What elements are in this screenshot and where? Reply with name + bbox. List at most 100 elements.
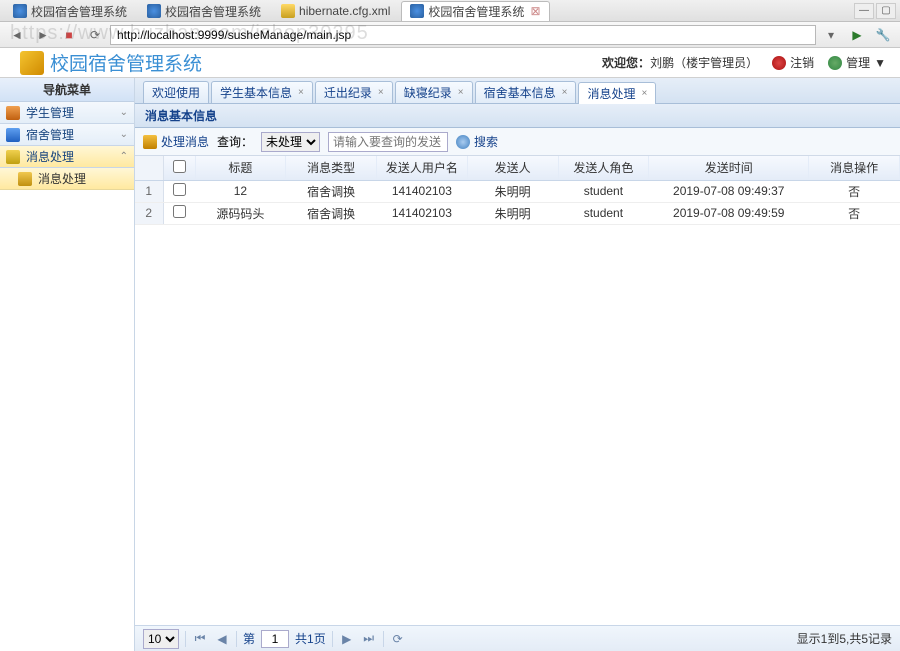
sidebar-item-student[interactable]: 学生管理⌄	[0, 102, 134, 124]
select-all-checkbox[interactable]	[173, 160, 186, 173]
stop-button[interactable]: ■	[58, 25, 80, 45]
browser-tab[interactable]: 校园宿舍管理系统⊠	[401, 1, 549, 21]
row-checkbox[interactable]	[173, 205, 186, 218]
cell-username: 141402103	[377, 180, 468, 202]
table-row[interactable]: 1 12 宿舍调换 141402103 朱明明 student 2019-07-…	[135, 180, 900, 202]
process-message-button[interactable]: 处理消息	[143, 133, 209, 150]
cell-rownum: 1	[135, 180, 163, 202]
address-bar: ◄ ► ■ ⟳ ▾ ▶ 🔧	[0, 22, 900, 48]
chevron-down-icon: ▼	[874, 56, 886, 70]
next-page-button[interactable]: ▶	[339, 631, 355, 647]
close-icon[interactable]: ×	[458, 87, 464, 98]
back-button[interactable]: ◄	[6, 25, 28, 45]
query-label: 查询：	[217, 133, 253, 150]
app-title: 校园宿舍管理系统	[50, 49, 202, 76]
dorm-icon	[6, 128, 20, 142]
chevron-up-icon: ⌃	[120, 151, 128, 162]
col-username[interactable]: 发送人用户名	[377, 156, 468, 180]
student-icon	[6, 106, 20, 120]
address-input[interactable]	[110, 25, 816, 45]
search-icon	[456, 135, 470, 149]
first-page-button[interactable]: ⏮	[192, 631, 208, 647]
cell-checkbox	[163, 202, 195, 224]
grid-container: 标题 消息类型 发送人用户名 发送人 发送人角色 发送时间 消息操作 1 12 …	[135, 156, 900, 625]
sidebar-item-label: 消息处理	[38, 170, 86, 187]
sidebar-item-label: 消息处理	[26, 148, 74, 165]
page-input[interactable]	[261, 630, 289, 648]
chevron-down-icon: ⌄	[120, 107, 128, 118]
dropdown-button[interactable]: ▾	[820, 25, 842, 45]
status-select[interactable]: 未处理	[261, 132, 320, 152]
section-title: 消息基本信息	[135, 104, 900, 128]
refresh-button[interactable]: ⟳	[390, 631, 406, 647]
search-button[interactable]: 搜索	[456, 133, 498, 150]
browser-tab-strip: 校园宿舍管理系统 校园宿舍管理系统 hibernate.cfg.xml 校园宿舍…	[0, 0, 900, 22]
sidebar-subitem-message[interactable]: 消息处理	[0, 168, 134, 190]
cell-type: 宿舍调换	[286, 202, 377, 224]
sidebar-item-message[interactable]: 消息处理 ⌃	[0, 146, 134, 168]
col-type[interactable]: 消息类型	[286, 156, 377, 180]
logout-button[interactable]: 注销	[772, 54, 814, 71]
browser-tab[interactable]: 校园宿舍管理系统	[138, 1, 270, 21]
message-table: 标题 消息类型 发送人用户名 发送人 发送人角色 发送时间 消息操作 1 12 …	[135, 156, 900, 225]
close-tab-icon[interactable]: ⊠	[530, 4, 540, 18]
toolbar: 处理消息 查询： 未处理 搜索	[135, 128, 900, 156]
close-icon[interactable]: ×	[298, 87, 304, 98]
tab-label: 缺寝纪录	[404, 84, 452, 101]
cell-username: 141402103	[377, 202, 468, 224]
search-input[interactable]	[328, 132, 448, 152]
cell-checkbox	[163, 180, 195, 202]
row-checkbox[interactable]	[173, 183, 186, 196]
manage-button[interactable]: 管理▼	[828, 54, 886, 71]
tab-message[interactable]: 消息处理×	[578, 82, 656, 104]
tab-dorm-info[interactable]: 宿舍基本信息 ×	[475, 81, 577, 103]
cell-rownum: 2	[135, 202, 163, 224]
restore-button[interactable]: ▢	[876, 3, 896, 19]
tab-label: 宿舍基本信息	[484, 84, 556, 101]
cell-sender: 朱明明	[467, 202, 558, 224]
content-tab-strip: 欢迎使用 学生基本信息 × 迁出纪录 × 缺寝纪录 × 宿舍基本信息 × 消息处理×	[135, 78, 900, 104]
cell-time: 2019-07-08 09:49:59	[649, 202, 809, 224]
tab-absence[interactable]: 缺寝纪录 ×	[395, 81, 473, 103]
tab-welcome[interactable]: 欢迎使用	[143, 81, 209, 103]
col-op[interactable]: 消息操作	[809, 156, 900, 180]
minimize-button[interactable]: —	[854, 3, 874, 19]
browser-tab-label: 校园宿舍管理系统	[165, 3, 261, 20]
sidebar-item-label: 宿舍管理	[26, 126, 74, 143]
last-page-button[interactable]: ⏭	[361, 631, 377, 647]
close-icon[interactable]: ×	[641, 88, 647, 99]
close-icon[interactable]: ×	[378, 87, 384, 98]
header-right: 欢迎您：刘鹏（楼宇管理员） 注销 管理▼	[602, 54, 886, 71]
app-header: 校园宿舍管理系统 欢迎您：刘鹏（楼宇管理员） 注销 管理▼	[0, 48, 900, 78]
globe-icon	[13, 4, 27, 18]
col-time[interactable]: 发送时间	[649, 156, 809, 180]
go-button[interactable]: ▶	[846, 25, 868, 45]
table-row[interactable]: 2 源码码头 宿舍调换 141402103 朱明明 student 2019-0…	[135, 202, 900, 224]
browser-tab[interactable]: 校园宿舍管理系统	[4, 1, 136, 21]
close-icon[interactable]: ×	[562, 87, 568, 98]
sidebar-item-dorm[interactable]: 宿舍管理 ⌄	[0, 124, 134, 146]
forward-button[interactable]: ►	[32, 25, 54, 45]
col-sender[interactable]: 发送人	[467, 156, 558, 180]
browser-tab[interactable]: hibernate.cfg.xml	[272, 1, 399, 21]
col-title[interactable]: 标题	[195, 156, 286, 180]
tab-moveout[interactable]: 迁出纪录 ×	[315, 81, 393, 103]
file-icon	[281, 4, 295, 18]
window-controls: — ▢	[854, 3, 896, 19]
browser-tab-label: 校园宿舍管理系统	[31, 3, 127, 20]
tab-label: 迁出纪录	[324, 84, 372, 101]
page-size-select[interactable]: 10	[143, 629, 179, 649]
menu-button[interactable]: 🔧	[872, 25, 894, 45]
reload-button[interactable]: ⟳	[84, 25, 106, 45]
prev-page-button[interactable]: ◀	[214, 631, 230, 647]
app-logo-icon	[20, 51, 44, 75]
table-header-row: 标题 消息类型 发送人用户名 发送人 发送人角色 发送时间 消息操作	[135, 156, 900, 180]
tab-student-info[interactable]: 学生基本信息 ×	[211, 81, 313, 103]
welcome-text: 欢迎您：刘鹏（楼宇管理员）	[602, 54, 758, 71]
page-label: 第	[243, 630, 255, 647]
tab-label: 学生基本信息	[220, 84, 292, 101]
chevron-down-icon: ⌄	[120, 129, 128, 140]
col-role[interactable]: 发送人角色	[558, 156, 649, 180]
content-panel: 欢迎使用 学生基本信息 × 迁出纪录 × 缺寝纪录 × 宿舍基本信息 × 消息处理× 消…	[135, 78, 900, 651]
cell-op: 否	[809, 180, 900, 202]
